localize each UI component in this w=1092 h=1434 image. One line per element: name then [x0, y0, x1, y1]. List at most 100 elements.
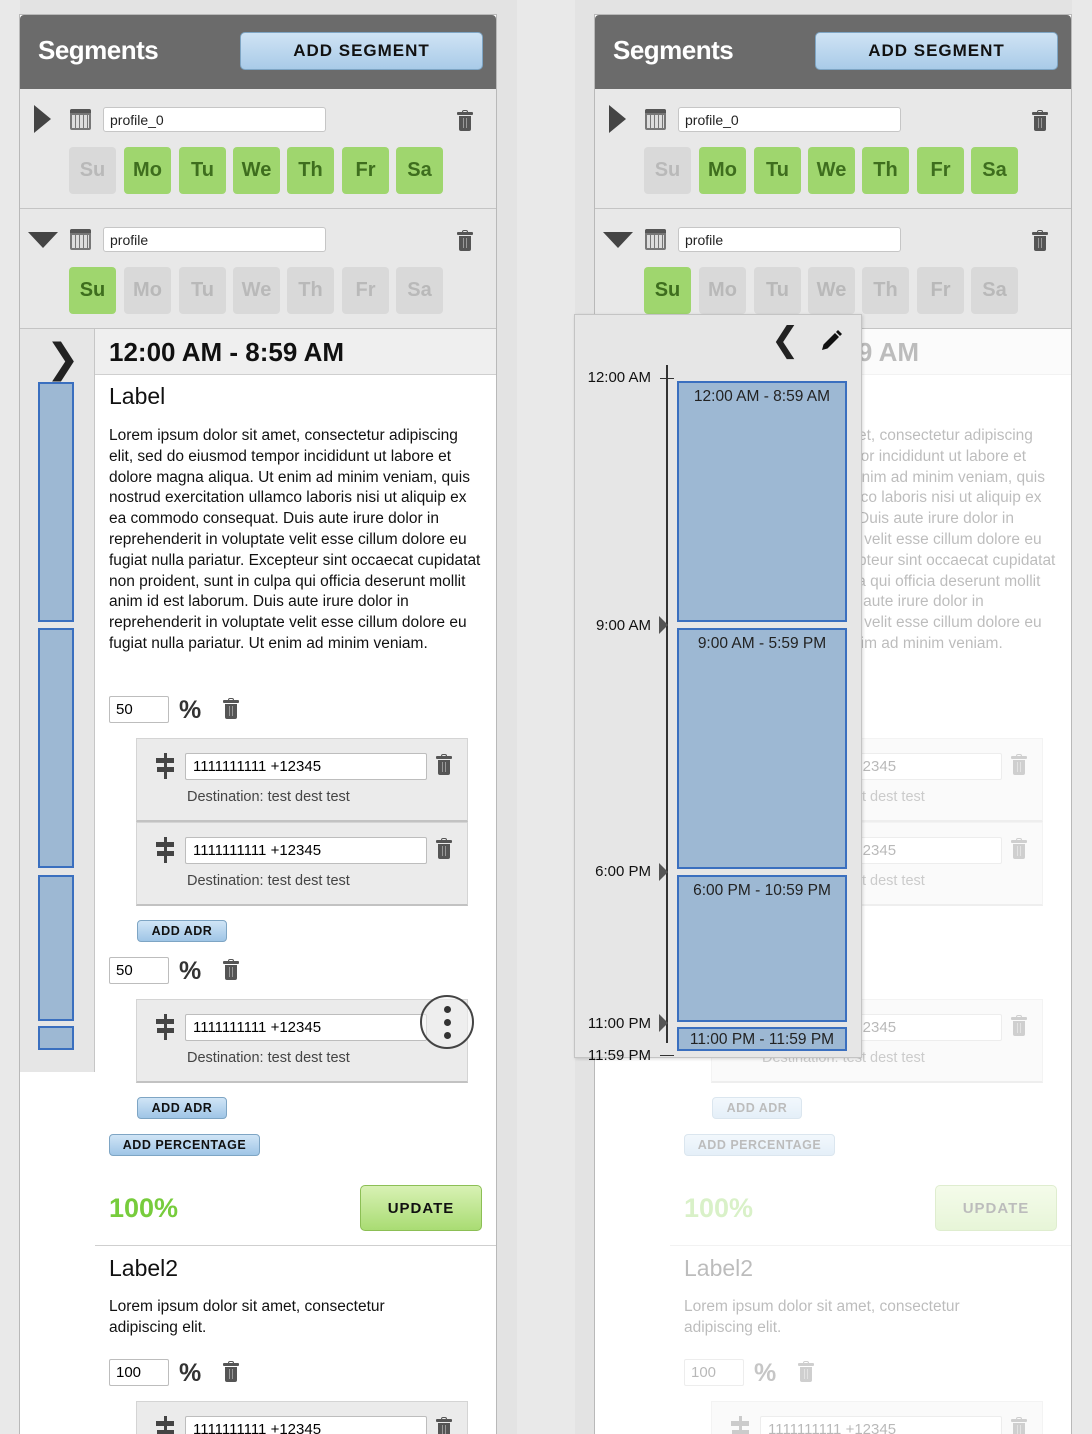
- trash-icon[interactable]: [223, 698, 239, 719]
- chevron-right-icon[interactable]: ❯: [46, 339, 80, 379]
- day-toggle-th[interactable]: Th: [287, 267, 334, 314]
- segment-description: Lorem ipsum dolor sit amet, consectetur …: [109, 427, 481, 652]
- percentage-input[interactable]: [109, 1359, 169, 1386]
- day-toggle-fr[interactable]: Fr: [342, 267, 389, 314]
- day-toggle-mo[interactable]: Mo: [124, 147, 171, 194]
- trash-icon[interactable]: [436, 1417, 452, 1434]
- signpost-icon[interactable]: [156, 753, 174, 779]
- calendar-icon[interactable]: [70, 229, 91, 250]
- profile-row: Su Mo Tu We Th Fr Sa: [595, 89, 1071, 209]
- segment-description: Lorem ipsum dolor sit amet, consectetur …: [109, 1298, 385, 1336]
- signpost-icon[interactable]: [156, 1416, 174, 1434]
- day-toggle-su[interactable]: Su: [69, 267, 116, 314]
- profile-name-input[interactable]: [678, 107, 901, 132]
- profile-row: Su Mo Tu We Th Fr Sa: [20, 89, 496, 209]
- timeline-sidebar: ❯: [20, 329, 95, 1072]
- day-toggle-sa[interactable]: Sa: [971, 147, 1018, 194]
- collapse-icon[interactable]: [603, 232, 633, 248]
- day-toggle-th[interactable]: Th: [287, 147, 334, 194]
- panel-header: Segments ADD SEGMENT: [20, 15, 496, 89]
- adr-number-input[interactable]: [185, 1014, 427, 1041]
- add-adr-button[interactable]: ADD ADR: [137, 1097, 227, 1119]
- calendar-icon[interactable]: [70, 109, 91, 130]
- calendar-icon[interactable]: [645, 229, 666, 250]
- trash-icon[interactable]: [223, 1361, 239, 1382]
- time-block[interactable]: 11:00 PM - 11:59 PM: [677, 1027, 847, 1051]
- day-toggle-fr[interactable]: Fr: [917, 267, 964, 314]
- trash-icon[interactable]: [457, 230, 473, 251]
- tick-arrow-icon[interactable]: [659, 616, 668, 634]
- profile-name-input[interactable]: [678, 227, 901, 252]
- day-toggle-su[interactable]: Su: [644, 267, 691, 314]
- add-segment-button[interactable]: ADD SEGMENT: [240, 32, 483, 70]
- segments-panel: Segments ADD SEGMENT Su Mo Tu We Th Fr S…: [19, 14, 497, 1434]
- adr-card: [136, 1401, 468, 1434]
- percentage-input[interactable]: [109, 696, 169, 723]
- day-toggle-mo[interactable]: Mo: [699, 147, 746, 194]
- more-options-icon[interactable]: [420, 995, 474, 1049]
- adr-destination: Destination: test dest test: [187, 1050, 350, 1066]
- update-button[interactable]: UPDATE: [360, 1185, 482, 1231]
- signpost-icon[interactable]: [156, 837, 174, 863]
- time-block-bar[interactable]: [38, 382, 74, 622]
- background-strip: [0, 0, 20, 1434]
- tick-mark: [660, 378, 674, 379]
- day-toggle-we[interactable]: We: [808, 267, 855, 314]
- adr-number-input[interactable]: [185, 753, 427, 780]
- trash-icon[interactable]: [223, 959, 239, 980]
- adr-number-input[interactable]: [185, 1416, 427, 1434]
- back-icon[interactable]: ❮: [771, 323, 800, 357]
- day-toggle-tu[interactable]: Tu: [754, 147, 801, 194]
- adr-card: Destination: test dest test: [136, 822, 468, 906]
- day-toggle-we[interactable]: We: [808, 147, 855, 194]
- trash-icon[interactable]: [436, 754, 452, 775]
- pencil-icon[interactable]: [819, 329, 843, 353]
- day-toggle-sa[interactable]: Sa: [396, 267, 443, 314]
- time-block-bar[interactable]: [38, 875, 74, 1021]
- total-percentage: 100%: [109, 1193, 179, 1223]
- trash-icon[interactable]: [1032, 230, 1048, 251]
- day-toggle-su[interactable]: Su: [69, 147, 116, 194]
- tick-arrow-icon[interactable]: [659, 863, 668, 881]
- day-toggle-tu[interactable]: Tu: [179, 267, 226, 314]
- day-toggle-su[interactable]: Su: [644, 147, 691, 194]
- time-block[interactable]: 9:00 AM - 5:59 PM: [677, 628, 847, 869]
- day-toggle-mo[interactable]: Mo: [124, 267, 171, 314]
- day-toggle-mo[interactable]: Mo: [699, 267, 746, 314]
- time-block-bar[interactable]: [38, 628, 74, 868]
- profile-name-input[interactable]: [103, 107, 326, 132]
- day-toggle-sa[interactable]: Sa: [396, 147, 443, 194]
- divider: [95, 1245, 496, 1246]
- add-percentage-button[interactable]: ADD PERCENTAGE: [109, 1134, 260, 1156]
- panel-title: Segments: [613, 35, 734, 65]
- adr-destination: Destination: test dest test: [187, 873, 350, 889]
- day-toggle-sa[interactable]: Sa: [971, 267, 1018, 314]
- day-toggle-fr[interactable]: Fr: [342, 147, 389, 194]
- expand-icon[interactable]: [609, 105, 626, 133]
- adr-destination: Destination: test dest test: [187, 789, 350, 805]
- calendar-icon[interactable]: [645, 109, 666, 130]
- day-toggle-we[interactable]: We: [233, 267, 280, 314]
- time-block[interactable]: 6:00 PM - 10:59 PM: [677, 875, 847, 1022]
- add-adr-button[interactable]: ADD ADR: [137, 920, 227, 942]
- expand-icon[interactable]: [34, 105, 51, 133]
- adr-number-input[interactable]: [185, 837, 427, 864]
- profile-row: Su Mo Tu We Th Fr Sa: [20, 209, 496, 329]
- day-toggle-th[interactable]: Th: [862, 267, 909, 314]
- day-toggle-we[interactable]: We: [233, 147, 280, 194]
- profile-name-input[interactable]: [103, 227, 326, 252]
- trash-icon[interactable]: [436, 838, 452, 859]
- day-toggle-tu[interactable]: Tu: [754, 267, 801, 314]
- trash-icon[interactable]: [1032, 110, 1048, 131]
- day-toggle-th[interactable]: Th: [862, 147, 909, 194]
- collapse-icon[interactable]: [28, 232, 58, 248]
- signpost-icon[interactable]: [156, 1014, 174, 1040]
- percentage-input[interactable]: [109, 957, 169, 984]
- add-segment-button[interactable]: ADD SEGMENT: [815, 32, 1058, 70]
- day-toggle-tu[interactable]: Tu: [179, 147, 226, 194]
- time-block[interactable]: 12:00 AM - 8:59 AM: [677, 381, 847, 622]
- day-toggle-fr[interactable]: Fr: [917, 147, 964, 194]
- tick-arrow-icon[interactable]: [659, 1014, 668, 1032]
- time-block-bar[interactable]: [38, 1026, 74, 1050]
- trash-icon[interactable]: [457, 110, 473, 131]
